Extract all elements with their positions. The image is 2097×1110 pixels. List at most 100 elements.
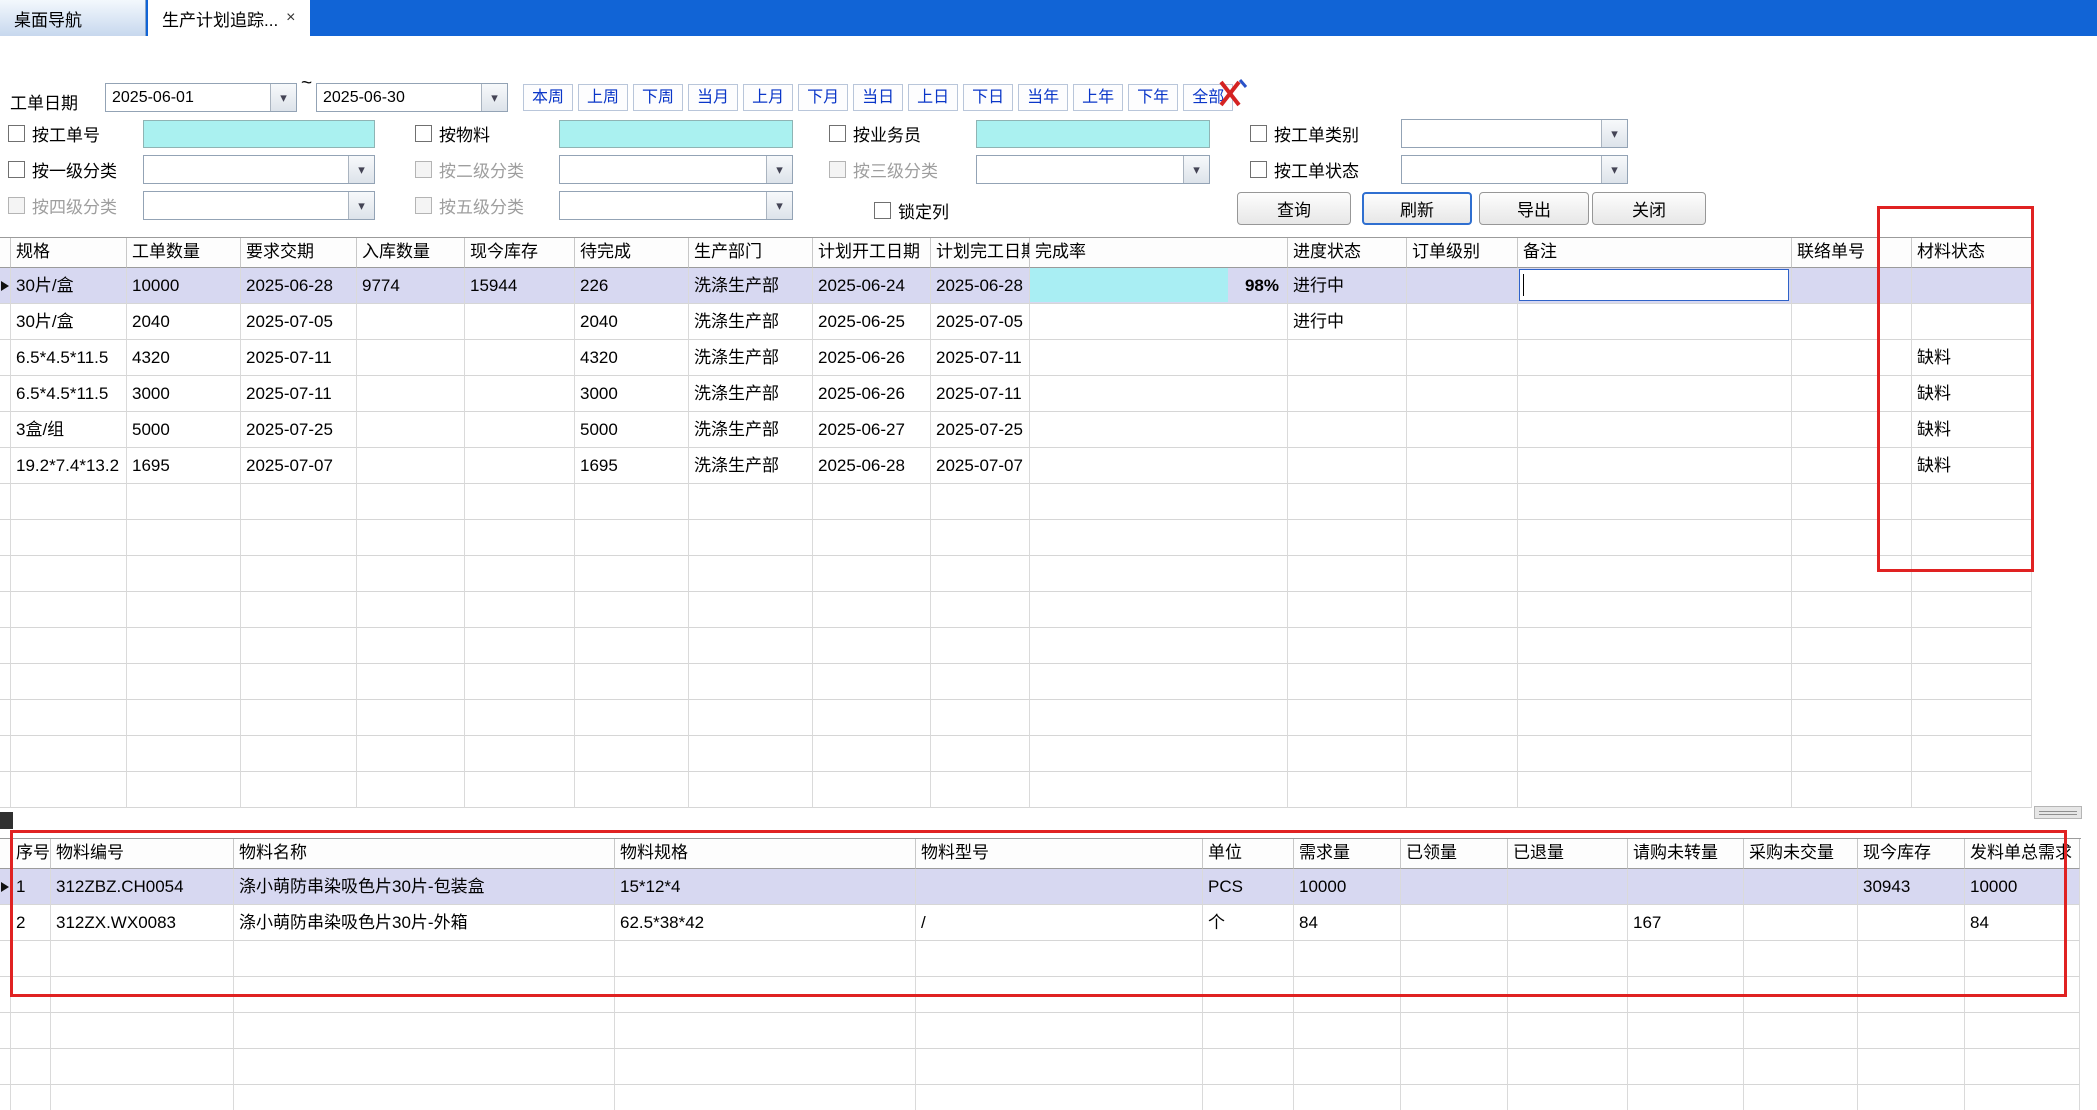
cell[interactable]: / (916, 905, 1203, 941)
cell[interactable] (1030, 448, 1288, 484)
cell[interactable]: 2025-07-05 (241, 304, 357, 340)
chevron-down-icon[interactable]: ▾ (270, 84, 296, 111)
column-header[interactable]: 请购未转量 (1628, 839, 1744, 869)
date-to-select[interactable]: 2025-06-30 ▾ (316, 83, 508, 112)
workorder-no-input[interactable] (143, 120, 375, 148)
cell[interactable]: 2025-07-25 (241, 412, 357, 448)
close-icon[interactable]: × (286, 10, 295, 26)
cell[interactable]: 2025-06-28 (241, 268, 357, 304)
cell[interactable]: 4320 (127, 340, 241, 376)
cell[interactable]: 洗涤生产部 (689, 412, 813, 448)
cell[interactable]: 10000 (1294, 869, 1401, 905)
filter-by-salesman-checkbox[interactable]: 按业务员 (829, 119, 921, 147)
column-header[interactable]: 计划完工日期 (931, 238, 1030, 268)
cell[interactable] (1401, 905, 1508, 941)
material-input[interactable] (559, 120, 793, 148)
column-header[interactable]: 材料状态 (1912, 238, 2032, 268)
cell[interactable]: 洗涤生产部 (689, 340, 813, 376)
cell[interactable]: 2025-06-28 (931, 268, 1030, 304)
cell[interactable]: 进行中 (1288, 304, 1407, 340)
material-row[interactable]: 1312ZBZ.CH0054涤小萌防串染吸色片30片-包装盒15*12*4PCS… (0, 869, 2081, 905)
column-header[interactable]: 物料规格 (615, 839, 916, 869)
cell[interactable]: 1695 (127, 448, 241, 484)
chevron-down-icon[interactable]: ▾ (481, 84, 507, 111)
cell[interactable] (1407, 340, 1518, 376)
cell[interactable] (1288, 340, 1407, 376)
cell[interactable] (1518, 448, 1792, 484)
refresh-button[interactable]: 刷新 (1362, 192, 1472, 225)
cell[interactable]: 2025-06-25 (813, 304, 931, 340)
cell[interactable] (1628, 869, 1744, 905)
cell[interactable] (1407, 304, 1518, 340)
column-header[interactable]: 需求量 (1294, 839, 1401, 869)
quick-date-link[interactable]: 上日 (908, 84, 958, 111)
cell[interactable]: 2025-07-25 (931, 412, 1030, 448)
cell[interactable] (1407, 412, 1518, 448)
tab-production-plan-tracking[interactable]: 生产计划追踪... × (148, 0, 310, 36)
cell[interactable] (1508, 869, 1628, 905)
cell[interactable] (1030, 376, 1288, 412)
cell[interactable] (1912, 304, 2032, 340)
column-header[interactable]: 物料名称 (234, 839, 615, 869)
cell[interactable]: 2025-07-11 (241, 340, 357, 376)
cell[interactable] (1401, 869, 1508, 905)
column-header[interactable]: 物料编号 (51, 839, 234, 869)
quick-date-link[interactable]: 当月 (688, 84, 738, 111)
cell[interactable] (1407, 448, 1518, 484)
clear-filter-icon[interactable] (1212, 76, 1248, 110)
cell[interactable]: 5000 (127, 412, 241, 448)
remark-cell[interactable] (1518, 268, 1792, 304)
cell[interactable]: 缺料 (1912, 412, 2032, 448)
column-header[interactable]: 采购未交量 (1744, 839, 1858, 869)
cell[interactable]: 3000 (127, 376, 241, 412)
column-header[interactable]: 已退量 (1508, 839, 1628, 869)
workorder-row[interactable]: 30片/盒100002025-06-28977415944226洗涤生产部202… (0, 268, 2032, 304)
cell[interactable]: 312ZBZ.CH0054 (51, 869, 234, 905)
cell[interactable]: 2025-07-07 (931, 448, 1030, 484)
cell[interactable]: 洗涤生产部 (689, 448, 813, 484)
cell[interactable] (1792, 376, 1912, 412)
cell[interactable] (357, 340, 465, 376)
cell[interactable] (1744, 905, 1858, 941)
cell[interactable]: 3000 (575, 376, 689, 412)
filter-by-category1-checkbox[interactable]: 按一级分类 (8, 155, 117, 183)
cell[interactable]: 洗涤生产部 (689, 376, 813, 412)
workorder-row[interactable]: 19.2*7.4*13.216952025-07-071695洗涤生产部2025… (0, 448, 2032, 484)
cell[interactable]: 312ZX.WX0083 (51, 905, 234, 941)
cell[interactable]: 3盒/组 (11, 412, 127, 448)
cell[interactable]: 2025-07-11 (931, 340, 1030, 376)
quick-date-link[interactable]: 下周 (633, 84, 683, 111)
cell[interactable] (1912, 268, 2032, 304)
date-from-select[interactable]: 2025-06-01 ▾ (105, 83, 297, 112)
cell[interactable]: 2 (11, 905, 51, 941)
cell[interactable] (1744, 869, 1858, 905)
cell[interactable]: 19.2*7.4*13.2 (11, 448, 127, 484)
column-header[interactable]: 已领量 (1401, 839, 1508, 869)
cell[interactable]: 84 (1294, 905, 1401, 941)
cell[interactable] (1792, 268, 1912, 304)
completion-cell[interactable]: 98% (1030, 268, 1288, 304)
cell[interactable] (1518, 412, 1792, 448)
cell[interactable] (1858, 905, 1965, 941)
close-button[interactable]: 关闭 (1592, 192, 1706, 225)
cell[interactable]: 缺料 (1912, 340, 2032, 376)
workorder-row[interactable]: 30片/盒20402025-07-052040洗涤生产部2025-06-2520… (0, 304, 2032, 340)
column-header[interactable]: 单位 (1203, 839, 1294, 869)
cell[interactable]: 9774 (357, 268, 465, 304)
workorder-row[interactable]: 6.5*4.5*11.543202025-07-114320洗涤生产部2025-… (0, 340, 2032, 376)
cell[interactable]: 84 (1965, 905, 2080, 941)
cell[interactable] (465, 340, 575, 376)
cell[interactable]: 226 (575, 268, 689, 304)
cell[interactable]: 1695 (575, 448, 689, 484)
quick-date-link[interactable]: 当年 (1018, 84, 1068, 111)
cell[interactable]: 30片/盒 (11, 304, 127, 340)
quick-date-link[interactable]: 上月 (743, 84, 793, 111)
cell[interactable]: 2025-07-05 (931, 304, 1030, 340)
quick-date-link[interactable]: 上周 (578, 84, 628, 111)
cell[interactable] (1792, 340, 1912, 376)
quick-date-link[interactable]: 下年 (1128, 84, 1178, 111)
remark-input[interactable] (1519, 269, 1789, 301)
cell[interactable] (1288, 448, 1407, 484)
cell[interactable]: 1 (11, 869, 51, 905)
filter-by-workorder-type-checkbox[interactable]: 按工单类别 (1250, 119, 1359, 147)
